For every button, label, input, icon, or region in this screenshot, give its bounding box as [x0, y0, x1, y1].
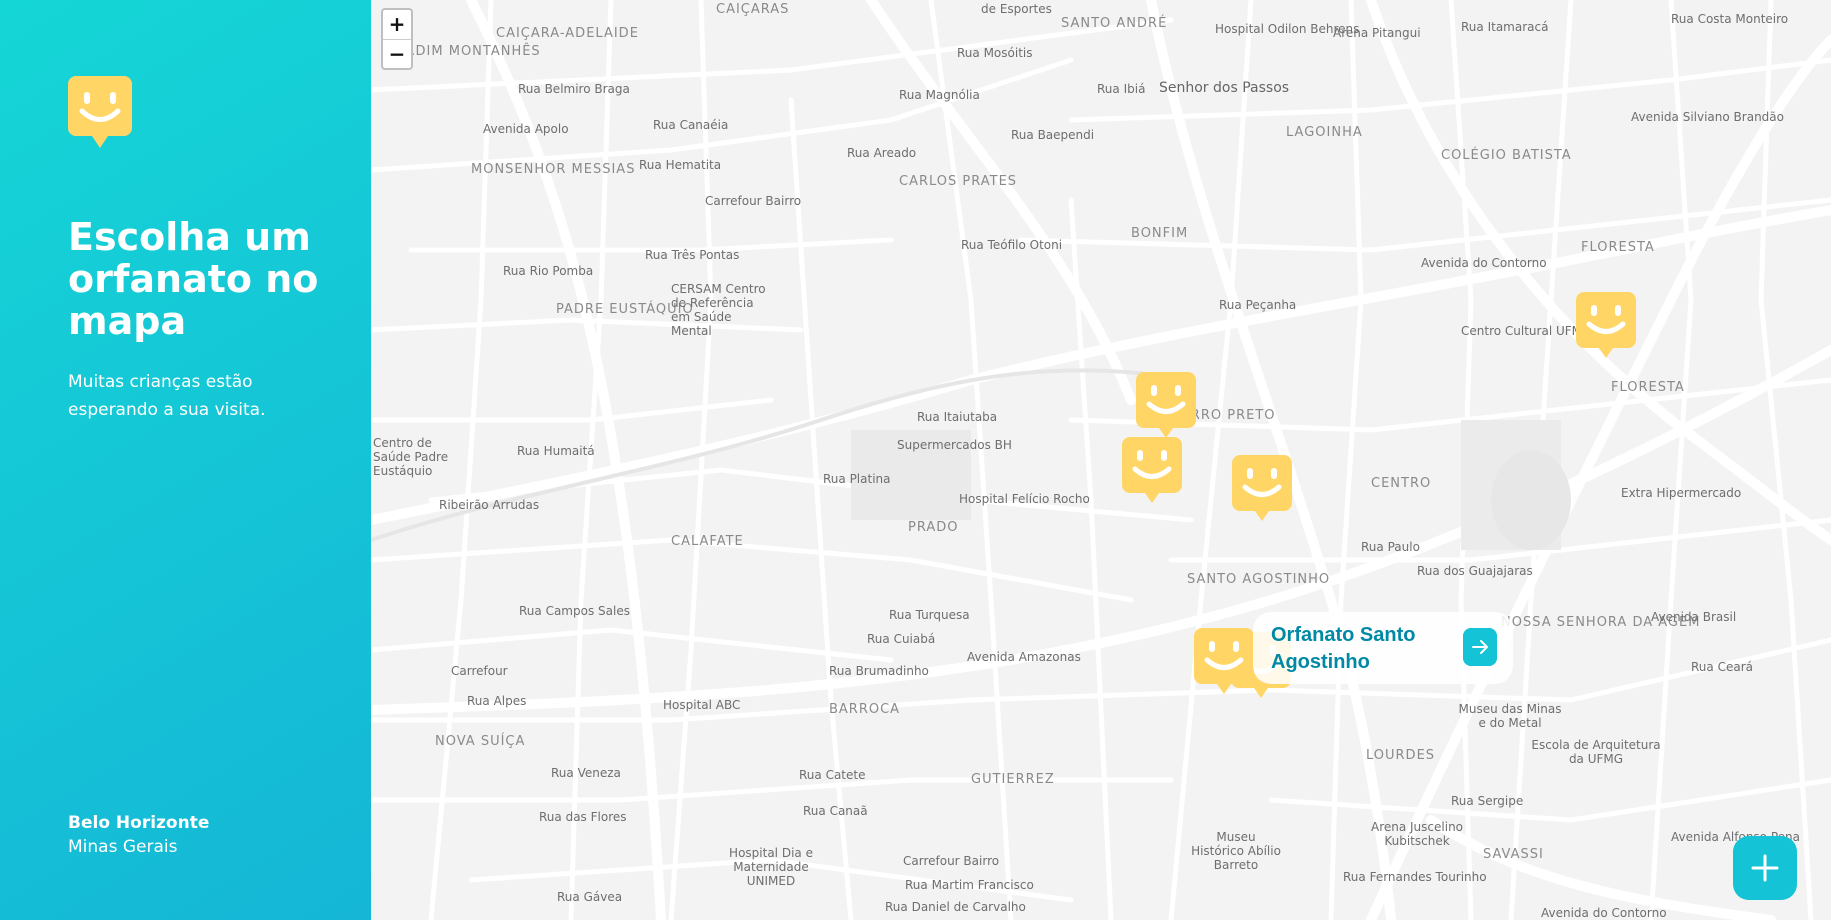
map-label: Rua Sergipe: [1451, 794, 1524, 808]
district-label: LOURDES: [1366, 748, 1436, 763]
map-label: Rua Cuiabá: [867, 632, 936, 646]
map-label: Avenida Amazonas: [967, 650, 1081, 664]
map-label: Hospital Felício Rocho: [959, 492, 1090, 506]
district-label: PRADO: [908, 520, 959, 535]
map-label: Rua Daniel de Carvalho: [885, 900, 1026, 914]
map-label: Centro de Saúde Padre Eustáquio: [373, 436, 449, 478]
district-label: COLÉGIO BATISTA: [1441, 148, 1572, 163]
map-label: Rua Alpes: [467, 694, 527, 708]
map-label: Carrefour Bairro: [903, 854, 1000, 868]
map-label: Rua Teófilo Otoni: [961, 238, 1063, 252]
map-label: CERSAM Centro de Referência em Saúde Men…: [671, 282, 766, 338]
arrow-right-icon[interactable]: [1463, 628, 1497, 666]
map-label: Rua Turquesa: [889, 608, 970, 622]
district-label: JARDIM MONTANHÊS: [391, 44, 541, 59]
map-label: Rua Platina: [823, 472, 891, 486]
district-label: CAIÇARA-ADELAIDE: [496, 26, 639, 41]
map-label: Rua Itamaracá: [1461, 20, 1549, 34]
district-label: CARLOS PRATES: [899, 174, 1018, 189]
zoom-in-button[interactable]: +: [383, 10, 411, 39]
map-label: Rua Belmiro Braga: [518, 82, 630, 96]
district-label: SAVASSI: [1483, 847, 1544, 862]
map-label: Rua Itaiutaba: [917, 410, 998, 424]
district-label: NOVA SUÍÇA: [435, 734, 526, 749]
map-label: Avenida Apolo: [483, 122, 569, 136]
map-label: Rua Magnólia: [899, 88, 980, 102]
map-label: Museu Histórico Abílio Barreto: [1191, 830, 1281, 872]
map-label: Museu das Minas e do Metal: [1458, 702, 1562, 730]
map-label: de Esportes: [981, 2, 1052, 16]
map-label: Rua Canaéia: [653, 118, 729, 132]
map-label: Rua Brumadinho: [829, 664, 929, 678]
city-name: Belo Horizonte: [68, 813, 210, 833]
sidebar: Escolha um orfanato no mapa Muitas crian…: [0, 0, 371, 920]
orphanage-popup: Orfanato Santo Agostinho: [1253, 612, 1513, 684]
district-label: CAIÇARAS: [716, 2, 790, 17]
map-label: Rua Costa Monteiro: [1671, 12, 1789, 26]
happy-face-map-marker-icon[interactable]: [1194, 628, 1254, 696]
map-label: Rua Mosóitis: [957, 46, 1033, 60]
map-label: Hospital ABC: [663, 698, 741, 712]
happy-face-map-marker-icon[interactable]: [1136, 372, 1196, 440]
map-label: Rua Hematita: [639, 158, 722, 172]
add-orphanage-button[interactable]: [1733, 836, 1797, 900]
map-label: Rua Veneza: [551, 766, 621, 780]
map-label: Arena Pitangui: [1333, 26, 1421, 40]
map-label: Escola de Arquitetura da UFMG: [1531, 738, 1661, 766]
map-label: Rua Peçanha: [1219, 298, 1297, 312]
district-label: FLORESTA: [1611, 380, 1685, 395]
district-label: LAGOINHA: [1286, 125, 1363, 140]
page-description: Muitas crianças estão esperando a sua vi…: [68, 372, 266, 420]
map-label: Rua Três Pontas: [645, 248, 740, 262]
district-label: Senhor dos Passos: [1159, 80, 1290, 96]
zoom-control: + −: [381, 8, 413, 70]
map-label: Rua Canaã: [803, 804, 868, 818]
map-label: Rua Areado: [847, 146, 917, 160]
map-label: Rua dos Guajajaras: [1417, 564, 1533, 578]
map-streets: [371, 0, 1831, 920]
map-label: Rua Humaitá: [517, 444, 595, 458]
map-label: Centro Cultural UFMG: [1461, 324, 1592, 338]
happy-logo-icon: [68, 76, 132, 148]
happy-face-map-marker-icon[interactable]: [1232, 455, 1292, 523]
map-label: Rua Campos Sales: [519, 604, 630, 618]
district-label: SANTO ANDRÉ: [1061, 16, 1168, 31]
map-label: Avenida Brasil: [1651, 610, 1737, 624]
map-label: Arena Juscelino Kubitschek: [1370, 820, 1464, 848]
map-label: Rua Baependi: [1011, 128, 1095, 142]
map-label: Rua das Flores: [539, 810, 627, 824]
map-label: Avenida Silviano Brandão: [1631, 110, 1784, 124]
state-name: Minas Gerais: [68, 837, 178, 857]
map[interactable]: JARDIM MONTANHÊS CAIÇARA-ADELAIDE CAIÇAR…: [371, 0, 1831, 920]
district-label: SANTO AGOSTINHO: [1187, 572, 1331, 587]
map-label: Avenida do Contorno: [1541, 906, 1667, 920]
orphanage-name: Orfanato Santo Agostinho: [1271, 624, 1416, 673]
map-label: Extra Hipermercado: [1621, 486, 1742, 500]
map-label: Rua Rio Pomba: [503, 264, 594, 278]
map-label: Ribeirão Arrudas: [439, 498, 540, 512]
district-label: MONSENHOR MESSIAS: [471, 162, 636, 177]
map-label: Rua Catete: [799, 768, 866, 782]
map-label: Supermercados BH: [897, 438, 1012, 452]
page-title: Escolha um orfanato no mapa: [68, 215, 319, 343]
map-label: Avenida do Contorno: [1421, 256, 1547, 270]
map-label: Rua Gávea: [557, 890, 623, 904]
map-label: Rua Fernandes Tourinho: [1343, 870, 1487, 884]
district-label: BONFIM: [1131, 226, 1189, 241]
map-label: Hospital Dia e Maternidade UNIMED: [729, 846, 813, 888]
map-label: Carrefour Bairro: [705, 194, 802, 208]
district-label: FLORESTA: [1581, 240, 1655, 255]
district-label: BARROCA: [829, 702, 901, 717]
district-label: GUTIERREZ: [971, 772, 1055, 787]
happy-face-map-marker-icon[interactable]: [1122, 437, 1182, 505]
district-label: CENTRO: [1371, 476, 1432, 491]
map-label: Rua Ibiá: [1097, 82, 1146, 96]
map-label: Rua Ceará: [1691, 660, 1753, 674]
map-label: Carrefour: [451, 664, 508, 678]
happy-face-map-marker-icon[interactable]: [1576, 292, 1636, 360]
map-label: Rua Martim Francisco: [905, 878, 1034, 892]
district-label: CALAFATE: [671, 534, 744, 549]
map-label: Rua Paulo: [1361, 540, 1420, 554]
zoom-out-button[interactable]: −: [383, 39, 411, 68]
